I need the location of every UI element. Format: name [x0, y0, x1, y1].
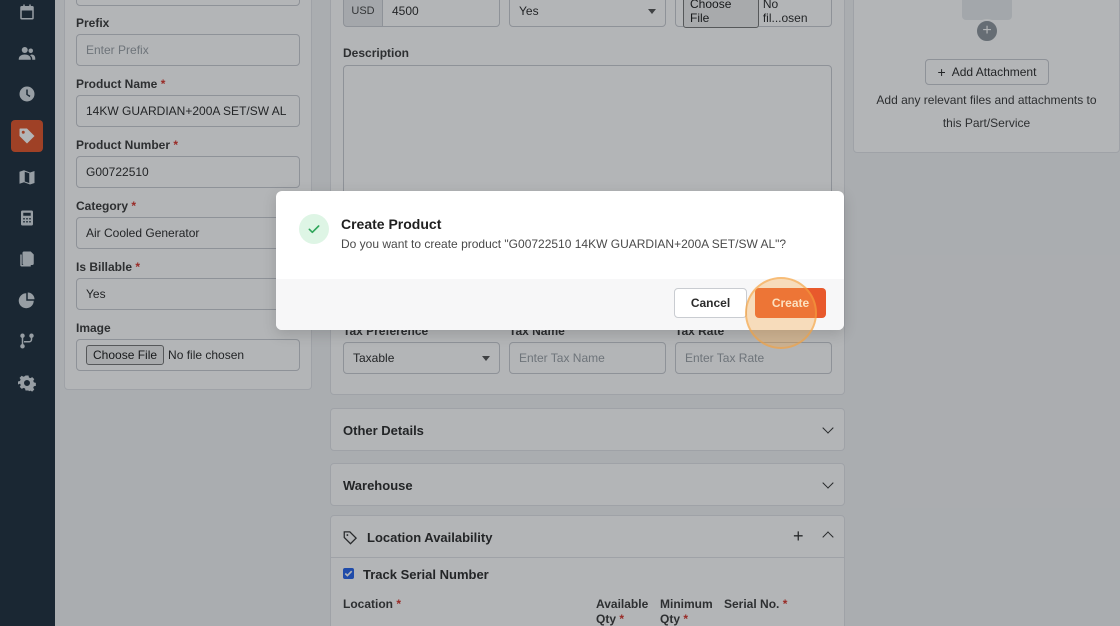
create-button[interactable]: Create	[755, 288, 826, 318]
check-circle-icon	[299, 214, 329, 244]
cancel-button[interactable]: Cancel	[674, 288, 747, 318]
dialog-title: Create Product	[341, 216, 442, 232]
dialog-message: Do you want to create product "G00722510…	[341, 237, 787, 251]
create-product-dialog: Create Product Do you want to create pro…	[276, 191, 844, 330]
